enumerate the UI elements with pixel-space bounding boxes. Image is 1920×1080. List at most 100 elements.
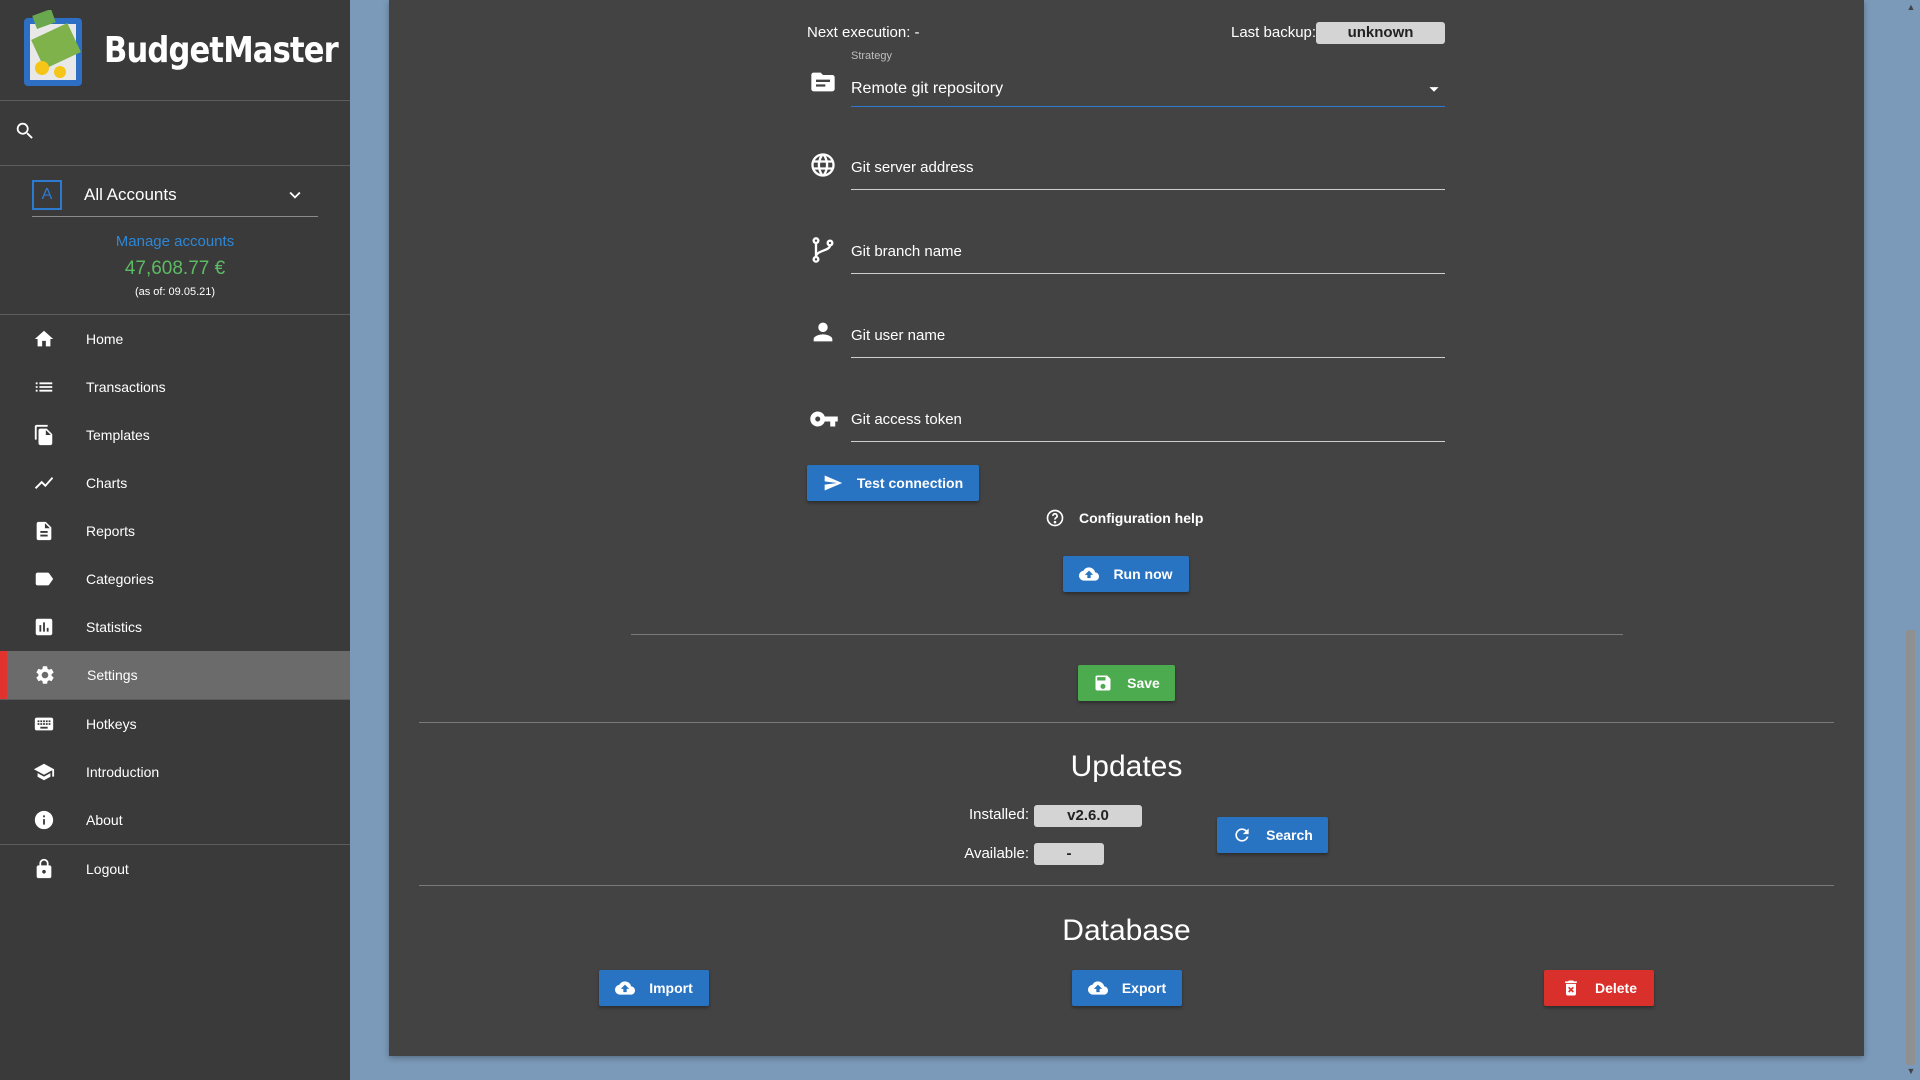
git-server-address-underline [851,189,1445,190]
configuration-help-label: Configuration help [1079,510,1204,526]
scrollbar-thumb[interactable] [1906,630,1915,1065]
import-button[interactable]: Import [599,970,709,1006]
account-balance: 47,608.77 € [124,258,226,279]
page-scrollbar[interactable]: ▲ ▼ [1901,0,1920,1080]
last-backup-label: Last backup: [1231,24,1317,41]
help-icon [1046,509,1064,527]
import-label: Import [649,980,693,996]
list-icon [32,375,56,399]
git-branch-name-field[interactable]: Git branch name [851,243,962,260]
divider [419,885,1834,886]
available-label: Available: [964,845,1029,862]
app-logo[interactable]: BudgetMaster [20,10,379,90]
account-selector-label: All Accounts [84,185,177,204]
run-now-button[interactable]: Run now [1063,556,1189,592]
installed-version-badge: v2.6.0 [1034,805,1142,827]
dropdown-arrow-icon [1429,87,1439,92]
installed-label: Installed: [968,806,1029,823]
trend-icon [32,471,56,495]
run-now-label: Run now [1113,566,1173,582]
send-icon [824,475,843,491]
sidebar-item-label: Statistics [86,619,143,635]
label-icon [32,567,56,591]
sidebar-item-reports[interactable]: Reports [0,507,350,555]
gear-icon [33,663,57,687]
cloud-upload-icon [615,981,636,995]
test-connection-label: Test connection [856,475,964,491]
person-icon [809,318,839,348]
refresh-icon [1235,828,1249,842]
git-user-name-field[interactable]: Git user name [851,327,945,344]
git-access-token-field[interactable]: Git access token [851,411,962,428]
document-icon [32,519,56,543]
sidebar-item-categories[interactable]: Categories [0,555,350,603]
configuration-help-link[interactable]: Configuration help [1045,508,1203,528]
settings-panel: Next execution: - Last backup: unknown S… [389,0,1864,1056]
balance-date: (as of: 09.05.21) [134,286,216,298]
export-button[interactable]: Export [1072,970,1182,1006]
sidebar-item-charts[interactable]: Charts [0,459,350,507]
budgetmaster-logo-icon [24,10,82,86]
sidebar-item-label: Logout [86,861,129,877]
search-icon[interactable] [14,120,38,144]
divider [0,100,350,101]
sidebar-item-transactions[interactable]: Transactions [0,363,350,411]
sidebar-item-introduction[interactable]: Introduction [0,748,350,796]
sidebar-item-label: Home [86,331,124,347]
next-execution: Next execution: - [807,24,920,41]
sidebar-item-hotkeys[interactable]: Hotkeys [0,700,350,748]
save-button[interactable]: Save [1078,665,1175,701]
bar-chart-icon [32,615,56,639]
chevron-down-icon [289,191,301,199]
updates-title: Updates [1070,750,1183,783]
scroll-up-arrow-icon[interactable]: ▲ [1906,2,1916,12]
sidebar-item-label: Hotkeys [86,716,137,732]
sidebar-item-statistics[interactable]: Statistics [0,603,350,651]
delete-button[interactable]: Delete [1544,970,1654,1006]
info-icon [32,808,56,832]
sidebar-item-label: About [86,812,123,828]
strategy-value: Remote git repository [851,80,1004,97]
sidebar-item-about[interactable]: About [0,796,350,844]
delete-label: Delete [1594,980,1638,996]
save-label: Save [1127,675,1160,691]
save-icon [1095,675,1111,691]
divider [0,165,350,166]
git-access-token-underline [851,441,1445,442]
strategy-label: Strategy [851,50,892,62]
database-title: Database [1062,914,1191,947]
delete-icon [1565,980,1577,996]
globe-icon [809,151,839,181]
lock-icon [32,857,56,881]
branch-icon [809,235,839,265]
sidebar-item-label: Reports [86,523,136,539]
home-icon [32,327,56,351]
git-branch-name-underline [851,273,1445,274]
git-server-address-field[interactable]: Git server address [851,159,974,176]
search-updates-button[interactable]: Search [1217,817,1328,853]
cloud-upload-icon [1087,981,1108,995]
test-connection-button[interactable]: Test connection [807,465,979,501]
scroll-down-arrow-icon[interactable]: ▼ [1906,1066,1916,1076]
sidebar-item-home[interactable]: Home [0,315,350,363]
git-user-name-underline [851,357,1445,358]
keyboard-icon [32,712,56,736]
file-copy-icon [32,423,56,447]
folder-icon [809,68,839,98]
sidebar-item-logout[interactable]: Logout [0,845,350,893]
divider [631,634,1623,635]
sidebar: BudgetMaster A All Accounts Manage accou… [0,0,350,1080]
app-name: BudgetMaster [104,29,339,71]
account-selector[interactable]: A All Accounts [32,174,318,217]
last-backup-badge: unknown [1316,22,1445,44]
manage-accounts-link[interactable]: Manage accounts [0,233,350,250]
sidebar-item-label: Templates [86,427,150,443]
sidebar-item-templates[interactable]: Templates [0,411,350,459]
sidebar-item-label: Transactions [86,379,166,395]
search-updates-label: Search [1266,827,1313,843]
sidebar-item-settings[interactable]: Settings [0,651,350,699]
divider [419,722,1834,723]
strategy-select[interactable]: Remote git repository [851,72,1445,107]
cloud-upload-icon [1079,567,1100,581]
export-label: Export [1121,980,1167,996]
